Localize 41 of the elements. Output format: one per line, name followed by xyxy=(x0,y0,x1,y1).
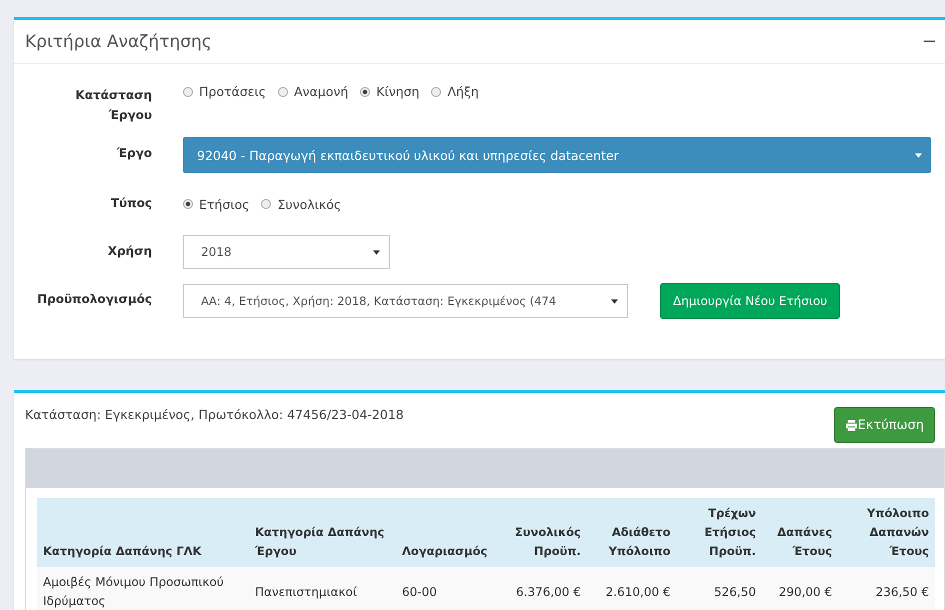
field-label: Χρήση xyxy=(106,243,152,260)
table-cell: 236,50 € xyxy=(838,567,935,610)
dropdown[interactable]: 2018 xyxy=(183,235,390,269)
collapse-button[interactable]: − xyxy=(922,31,937,52)
radio-option[interactable]: Προτάσεις xyxy=(183,84,266,99)
column-header: Τρέχων Ετήσιος Προϋπ. xyxy=(676,498,762,567)
select-value: 92040 - Παραγωγή εκπαιδευτικού υλικού και υπηρεσίες datacenter xyxy=(197,148,619,162)
panel-title: Κριτήρια Αναζήτησης xyxy=(25,32,212,52)
column-header: Κατηγορία Δαπάνης Έργου xyxy=(249,498,396,567)
project-select[interactable]: 92040 - Παραγωγή εκπαιδευτικού υλικού και υπηρεσίες datacenter xyxy=(183,137,931,173)
printer-icon xyxy=(844,420,858,430)
select-value: ΑΑ: 4, Ετήσιος, Χρήση: 2018, Κατάσταση: Εγκεκριμένος (474 xyxy=(201,294,556,308)
radio-option[interactable]: Συνολικός xyxy=(261,196,342,212)
field-label: Προϋπολογισμός xyxy=(36,291,152,308)
field-label: Τύπος xyxy=(110,195,152,212)
column-header: Αδιάθετο Υπόλοιπο xyxy=(586,498,677,567)
table-cell: 2.610,00 € xyxy=(586,567,677,610)
field-label: Κατάσταση Έργου xyxy=(74,87,152,124)
dropdown[interactable]: ΑΑ: 4, Ετήσιος, Χρήση: 2018, Κατάσταση: Εγκεκριμένος (474 xyxy=(183,284,628,318)
table-cell: Αμοιβές Μόνιμου Προσωπικού Ιδρύματος xyxy=(37,567,249,610)
caret-icon xyxy=(611,298,618,304)
caret-icon xyxy=(373,250,380,254)
table-cell: 290,00 € xyxy=(762,567,838,610)
print-button[interactable]: Εκτύπωση xyxy=(834,407,935,443)
table-cell: 6.376,00 € xyxy=(498,567,587,610)
caret-icon xyxy=(915,152,922,158)
field-label: Έργο xyxy=(116,145,152,162)
column-header: Συνολικός Προϋπ. xyxy=(498,498,587,567)
radio-option[interactable]: Λήξη xyxy=(431,84,479,99)
radio-option[interactable]: Κίνηση xyxy=(360,84,420,99)
radio-option[interactable]: Αναμονή xyxy=(278,84,348,99)
column-header: Λογαριασμός xyxy=(396,498,498,567)
status-text: Κατάσταση: Εγκεκριμένος, Πρωτόκολλο: 47456/23-04-2018 xyxy=(25,407,404,422)
table-cell: Πανεπιστημιακοί xyxy=(249,567,396,610)
column-header: Κατηγορία Δαπάνης ΓΛΚ xyxy=(37,498,249,567)
column-header: Υπόλοιπο Δαπανών Έτους xyxy=(838,498,935,567)
table-cell: 526,50 xyxy=(676,567,762,610)
select-value: 2018 xyxy=(201,245,232,259)
column-header: Δαπάνες Έτους xyxy=(762,498,838,567)
table-cell: 60-00 xyxy=(396,567,498,610)
radio-option[interactable]: Ετήσιος xyxy=(183,196,250,212)
